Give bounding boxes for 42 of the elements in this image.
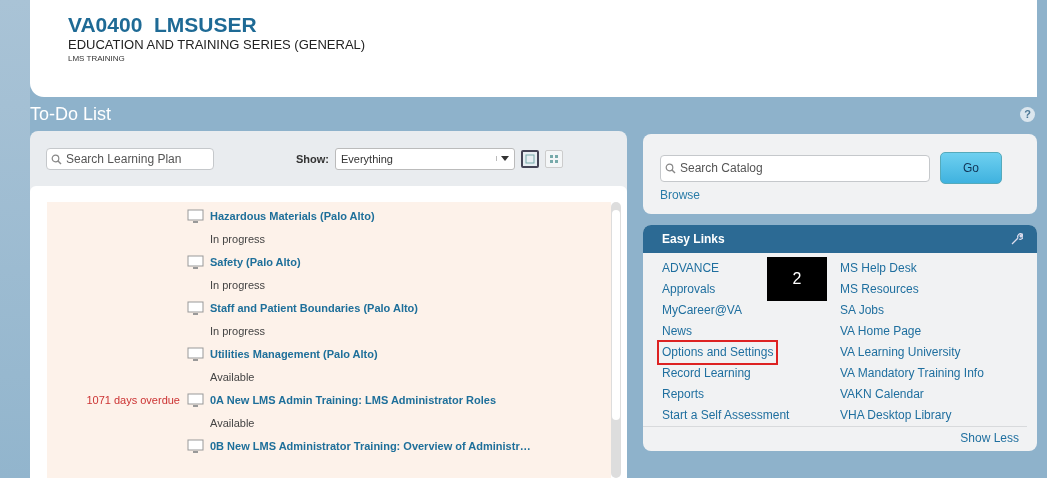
course-status: Available (210, 416, 256, 431)
course-status: In progress (210, 324, 267, 339)
monitor-icon (187, 439, 204, 454)
easy-link[interactable]: Options and Settings (657, 340, 779, 365)
section-title: To-Do List (30, 103, 112, 125)
monitor-icon (187, 255, 204, 270)
course-link[interactable]: Staff and Patient Boundaries (Palo Alto) (210, 297, 418, 320)
monitor-icon (187, 301, 204, 316)
course-status: In progress (210, 232, 267, 247)
scrollbar[interactable] (611, 202, 621, 478)
go-button[interactable]: Go (940, 152, 1002, 184)
course-link[interactable]: Utilities Management (Palo Alto) (210, 343, 378, 366)
course-link[interactable]: Hazardous Materials (Palo Alto) (210, 205, 375, 228)
search-field[interactable]: Search Learning Plan (46, 147, 214, 170)
grid-icon (549, 153, 559, 164)
search-icon (51, 153, 62, 165)
caret-icon (496, 156, 509, 161)
user-name: VA0400 LMSUSER (68, 14, 258, 36)
show-dropdown[interactable]: Everything (335, 147, 515, 170)
step-callout: 2 (767, 257, 827, 301)
wrench-icon[interactable] (1011, 233, 1023, 245)
square-icon (525, 153, 535, 164)
course-link[interactable]: Safety (Palo Alto) (210, 251, 301, 274)
overdue-label: 1071 days overdue (86, 394, 180, 406)
course-link[interactable]: 0A New LMS Admin Training: LMS Administrator Roles (210, 389, 497, 412)
search-icon (665, 163, 676, 174)
unit-name: LMS TRAINING (68, 54, 126, 63)
help-button[interactable]: ? (1020, 106, 1035, 122)
course-link[interactable]: 0B New LMS Administrator Training: Overview of Administr… (210, 435, 531, 458)
search-field[interactable]: Search Catalog (660, 154, 930, 182)
show-less-link[interactable]: Show Less (960, 431, 1019, 445)
grid-view-button[interactable] (545, 149, 563, 168)
browse-link[interactable]: Browse (660, 188, 1021, 202)
list-view-button[interactable] (521, 149, 539, 168)
course-status: In progress (210, 278, 267, 293)
monitor-icon (187, 393, 204, 408)
course-status: Available (210, 370, 256, 385)
show-label: Show: (296, 152, 329, 165)
monitor-icon (187, 347, 204, 362)
job-series: EDUCATION AND TRAINING SERIES (GENERAL) (68, 37, 367, 52)
easy-links-title: Easy Links (662, 232, 725, 246)
monitor-icon (187, 209, 204, 224)
